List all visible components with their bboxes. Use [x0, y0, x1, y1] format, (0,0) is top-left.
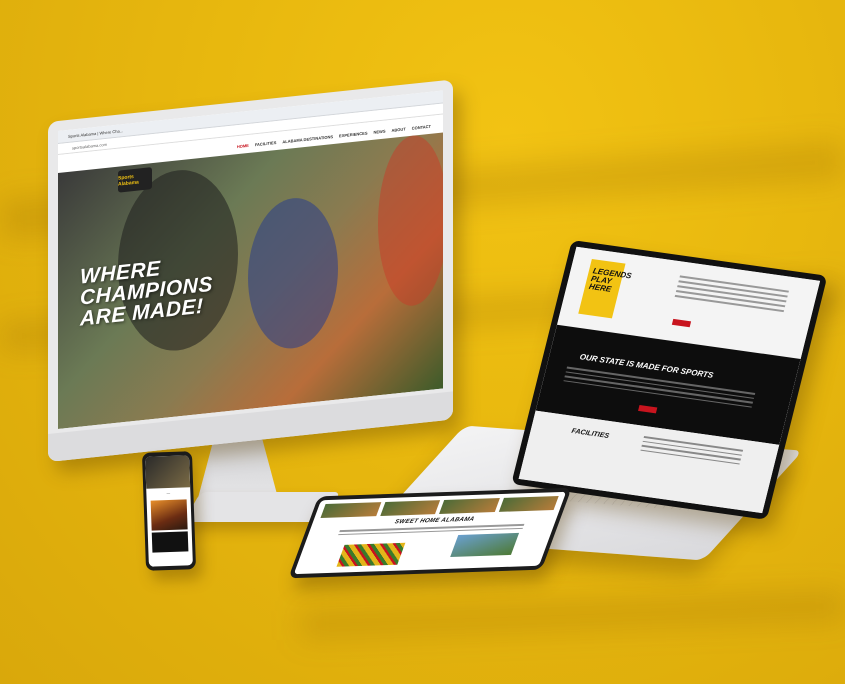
nav-contact[interactable]: CONTACT — [412, 123, 431, 130]
facilities-text-lines — [640, 435, 744, 467]
nav-destinations[interactable]: ALABAMA DESTINATIONS — [282, 134, 333, 144]
tablet-screen: SWEET HOME ALABAMA — [293, 491, 567, 575]
logo-text: Sports Alabama — [118, 173, 139, 188]
laptop-screen: LEGENDS PLAY HERE OUR STATE IS MADE FOR … — [511, 240, 828, 520]
tablet-photo — [450, 532, 520, 557]
nav-experiences[interactable]: EXPERIENCES — [339, 130, 367, 138]
legends-heading: LEGENDS PLAY HERE — [588, 266, 632, 296]
nav-news[interactable]: NEWS — [374, 128, 386, 134]
band-button[interactable] — [638, 405, 658, 414]
band-text-lines — [563, 366, 756, 411]
hero-image: WHERE CHAMPIONS ARE MADE! — [58, 131, 443, 429]
mockup-scene: Sports Alabama | Where Cha... sportsalab… — [0, 0, 845, 684]
facilities-heading: FACILITIES — [570, 427, 610, 440]
phone-dark-section — [151, 531, 189, 553]
phone: — — [141, 451, 197, 571]
url-text: sportsalabama.com — [72, 141, 107, 150]
nav-about[interactable]: ABOUT — [392, 126, 406, 132]
rider-silhouette — [248, 193, 338, 353]
monitor-stand-neck — [198, 438, 278, 498]
desktop-monitor: Sports Alabama | Where Cha... sportsalab… — [48, 79, 453, 462]
nav-home[interactable]: HOME — [237, 142, 249, 148]
tablet: SWEET HOME ALABAMA — [288, 487, 572, 579]
learn-more-button[interactable] — [671, 318, 692, 328]
phone-screen: — — [145, 455, 193, 567]
phone-sunset-image — [150, 499, 188, 531]
intro-text-lines — [674, 275, 789, 315]
phone-text: — — [166, 490, 171, 496]
tablet-map-image — [336, 542, 406, 567]
shadow-band — [299, 590, 845, 640]
phone-hero — [145, 455, 191, 489]
laptop-display: LEGENDS PLAY HERE OUR STATE IS MADE FOR … — [518, 246, 821, 514]
nav-facilities[interactable]: FACILITIES — [255, 139, 277, 146]
browser-tab-title: Sports Alabama | Where Cha... — [68, 127, 124, 139]
site-logo[interactable]: Sports Alabama — [118, 167, 152, 193]
rider-silhouette — [378, 131, 443, 310]
hero-title: WHERE CHAMPIONS ARE MADE! — [80, 253, 213, 330]
desktop-screen: Sports Alabama | Where Cha... sportsalab… — [58, 90, 443, 429]
